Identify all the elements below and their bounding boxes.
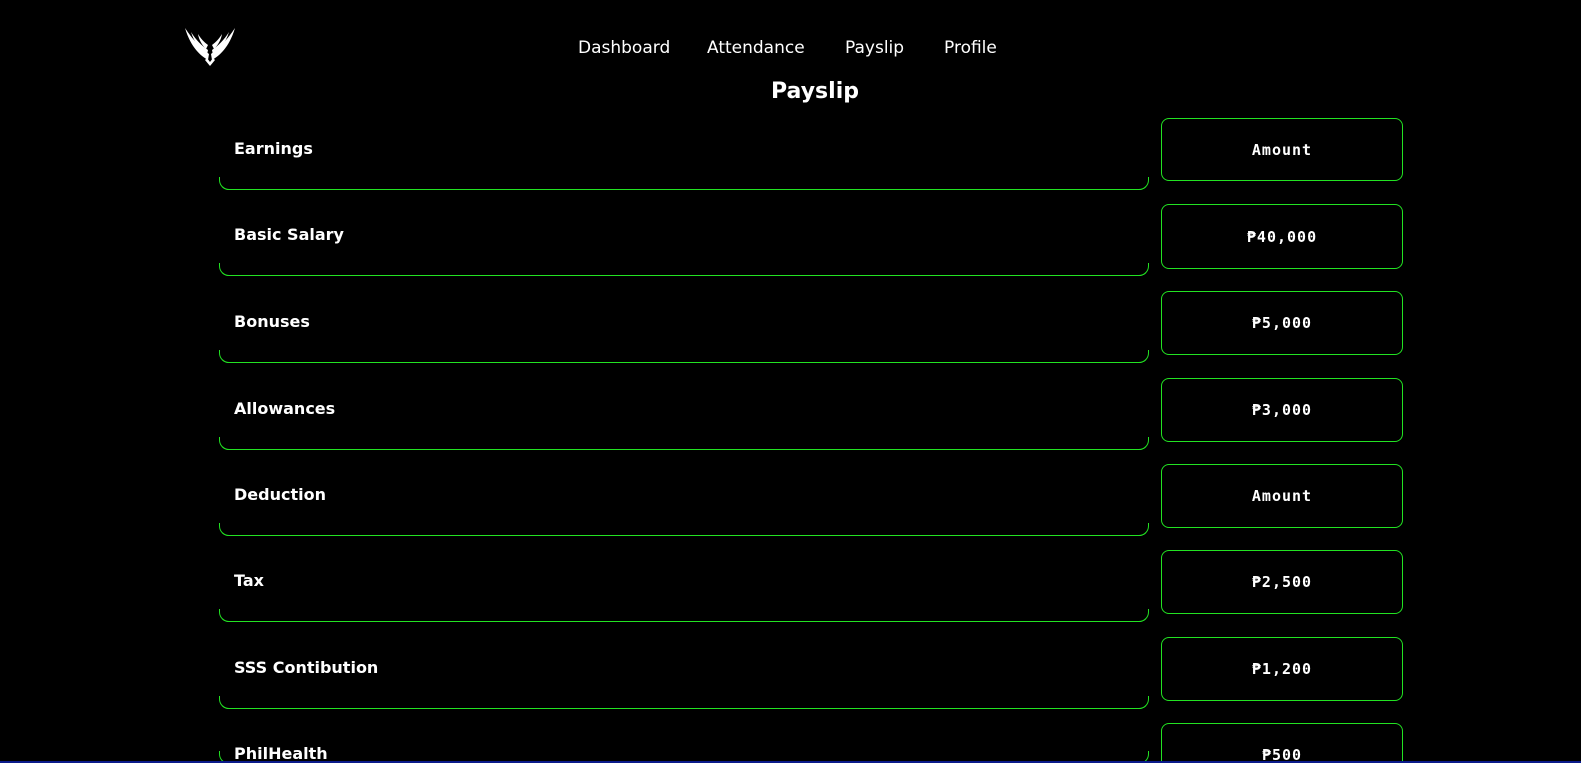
- row-label-box: Basic Salary: [219, 204, 1149, 276]
- payslip-row-bonuses: Bonuses ₱5,000: [219, 291, 1403, 365]
- row-label-box: Deduction: [219, 464, 1149, 536]
- row-label-box: Tax: [219, 550, 1149, 622]
- row-amount: ₱3,000: [1161, 378, 1403, 442]
- row-label-box: Allowances: [219, 378, 1149, 450]
- row-label: Earnings: [234, 139, 313, 158]
- row-amount: ₱40,000: [1161, 204, 1403, 269]
- row-label: Bonuses: [234, 312, 310, 331]
- row-amount: ₱2,500: [1161, 550, 1403, 614]
- nav-profile[interactable]: Profile: [944, 36, 997, 60]
- payslip-row-earnings: Earnings Amount: [219, 118, 1403, 192]
- row-label: Allowances: [234, 399, 336, 418]
- row-label: Tax: [234, 571, 264, 590]
- row-amount: Amount: [1161, 464, 1403, 528]
- row-label: SSS Contibution: [234, 658, 379, 677]
- row-amount: ₱5,000: [1161, 291, 1403, 355]
- row-amount: ₱1,200: [1161, 637, 1403, 701]
- payslip-row-deduction: Deduction Amount: [219, 464, 1403, 538]
- payslip-page: Dashboard Attendance Payslip Profile Pay…: [0, 0, 1581, 763]
- row-label-box: Bonuses: [219, 291, 1149, 363]
- payslip-row-allowances: Allowances ₱3,000: [219, 378, 1403, 452]
- payslip-row-tax: Tax ₱2,500: [219, 550, 1403, 624]
- row-amount: ₱500: [1161, 723, 1403, 763]
- nav-attendance[interactable]: Attendance: [707, 36, 805, 60]
- row-label-box: SSS Contibution: [219, 637, 1149, 709]
- payslip-row-sss: SSS Contibution ₱1,200: [219, 637, 1403, 711]
- payslip-row-philhealth: PhilHealth ₱500: [219, 723, 1403, 763]
- nav-payslip[interactable]: Payslip: [845, 36, 904, 60]
- nav-dashboard[interactable]: Dashboard: [578, 36, 670, 60]
- main-nav: Dashboard Attendance Payslip Profile: [0, 36, 1581, 60]
- row-label-box: PhilHealth: [219, 723, 1149, 763]
- row-label-box: Earnings: [219, 118, 1149, 190]
- row-amount: Amount: [1161, 118, 1403, 181]
- row-label: Basic Salary: [234, 225, 344, 244]
- payslip-row-basic-salary: Basic Salary ₱40,000: [219, 204, 1403, 278]
- page-title: Payslip: [771, 79, 859, 104]
- row-label: Deduction: [234, 485, 326, 504]
